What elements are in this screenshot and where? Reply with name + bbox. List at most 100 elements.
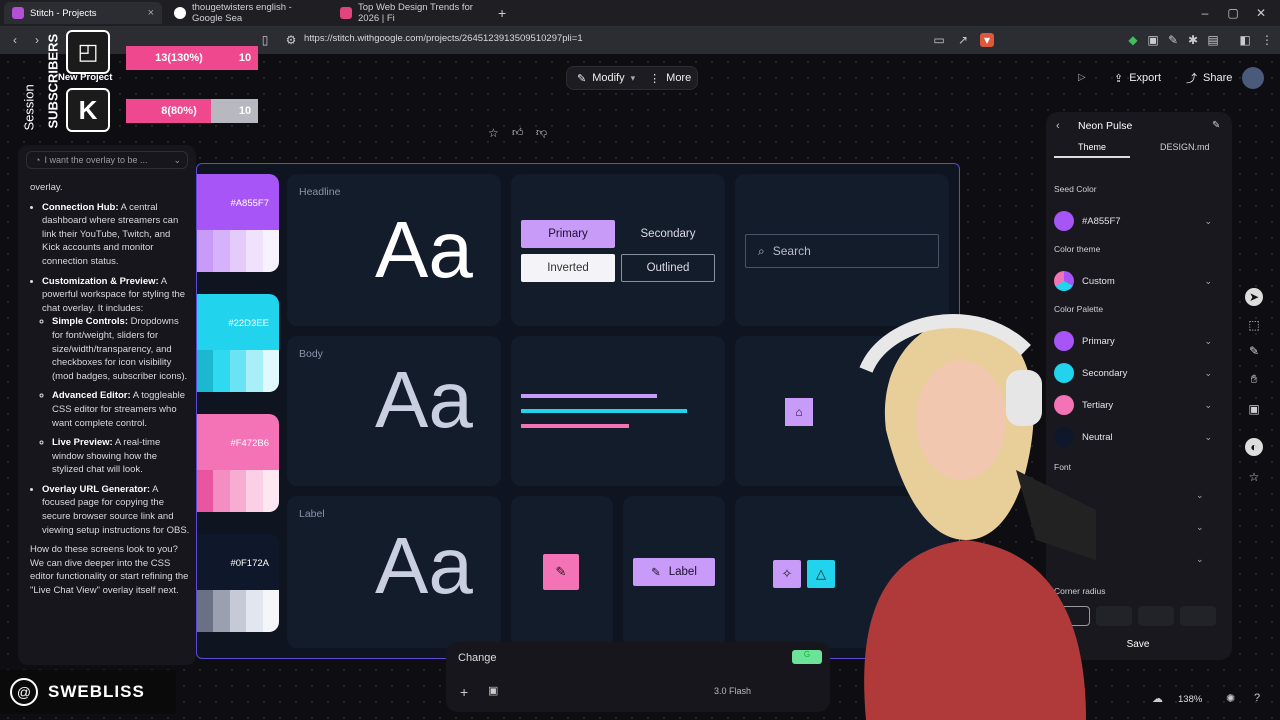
browser-tab-bar: Stitch - Projects × thougetwisters engli… bbox=[0, 0, 1280, 26]
edit-icon[interactable]: ✎ bbox=[543, 554, 579, 590]
swatch-hex: #F472B6 bbox=[230, 438, 269, 449]
search-input[interactable]: ⌕ Search bbox=[745, 234, 939, 268]
corner-option-large[interactable] bbox=[1180, 606, 1216, 626]
typography-card-label[interactable]: Label Aa bbox=[287, 496, 501, 648]
chevron-down-icon: ⌄ bbox=[1204, 367, 1212, 378]
downloads-icon[interactable]: ▤ bbox=[1206, 33, 1220, 47]
more-button[interactable]: More bbox=[666, 72, 691, 84]
swatch-hex: #A855F7 bbox=[230, 198, 269, 209]
export-button[interactable]: ⇪ Export bbox=[1104, 66, 1168, 90]
user-icon: ◔ bbox=[35, 155, 41, 165]
type-label: Label bbox=[299, 508, 325, 520]
maximize-icon[interactable]: ▢ bbox=[1226, 6, 1240, 20]
chevron-down-icon[interactable]: ⌄ bbox=[1196, 490, 1204, 501]
thumbs-down-icon[interactable]: 👎︎ bbox=[536, 126, 547, 139]
color-theme-select[interactable]: Custom ⌄ bbox=[1054, 270, 1212, 292]
kick-logo-icon: K bbox=[66, 88, 110, 132]
close-tab-icon[interactable]: × bbox=[148, 7, 154, 19]
outlined-button[interactable]: Outlined bbox=[621, 254, 715, 282]
back-arrow-icon[interactable]: ‹ bbox=[1056, 120, 1060, 132]
home-icon[interactable]: ⌂ bbox=[785, 398, 813, 426]
tab-theme[interactable]: Theme bbox=[1078, 142, 1106, 152]
star-icon[interactable]: ☆ bbox=[1245, 468, 1263, 486]
composer: Change + ▣ 3.0 Flash G bbox=[446, 642, 830, 712]
image-tool-icon[interactable]: ▣ bbox=[1245, 400, 1263, 418]
inverted-button[interactable]: Inverted bbox=[521, 254, 615, 282]
play-preview-icon[interactable]: ▷ bbox=[1078, 72, 1086, 83]
typography-card-headline[interactable]: Headline Aa bbox=[287, 174, 501, 326]
frame-select-icon[interactable]: ⬚ bbox=[1245, 316, 1263, 334]
extension-icon[interactable]: ▣ bbox=[1146, 33, 1160, 47]
tab-stitch[interactable]: Stitch - Projects × bbox=[4, 2, 162, 24]
primary-button[interactable]: Primary bbox=[521, 220, 615, 248]
hand-tool-icon[interactable]: ✋︎ bbox=[1245, 370, 1263, 388]
corner-option-medium[interactable] bbox=[1138, 606, 1174, 626]
goal-progress-text: 13(130%) bbox=[155, 52, 203, 64]
add-icon[interactable]: + bbox=[460, 684, 468, 700]
chevron-down-icon[interactable]: ⌄ bbox=[1196, 522, 1204, 533]
chat-message: overlay. Connection Hub: A central dashb… bbox=[30, 181, 190, 598]
model-selector[interactable]: 3.0 Flash bbox=[714, 686, 751, 696]
back-icon[interactable]: ‹ bbox=[8, 33, 22, 47]
help-icon[interactable]: ? bbox=[1254, 692, 1260, 704]
palette-icon[interactable]: ◐ bbox=[1245, 438, 1263, 456]
star-icon[interactable]: ☆ bbox=[488, 126, 499, 140]
typography-card-body[interactable]: Body Aa bbox=[287, 336, 501, 486]
new-tab-button[interactable]: + bbox=[498, 2, 514, 24]
share-page-icon[interactable]: ↗ bbox=[956, 33, 970, 47]
progress-bar-primary bbox=[521, 394, 657, 398]
chevron-down-icon: ⌄ bbox=[173, 154, 181, 165]
threads-logo-icon: @ bbox=[10, 678, 38, 706]
bookmark-icon[interactable]: ▯ bbox=[258, 33, 272, 47]
color-swatch-tertiary[interactable]: #F472B6 bbox=[197, 414, 279, 512]
magic-wand-icon[interactable]: ✧ bbox=[773, 560, 801, 588]
share-button[interactable]: ⤴ Share bbox=[1176, 66, 1232, 90]
url-field[interactable]: https://stitch.withgoogle.com/projects/2… bbox=[304, 33, 583, 44]
seed-color-select[interactable]: #A855F7 ⌄ bbox=[1054, 210, 1212, 232]
avatar[interactable] bbox=[1242, 67, 1264, 89]
tab-web-design-trends[interactable]: Top Web Design Trends for 2026 | Fi bbox=[332, 2, 496, 24]
secondary-button[interactable]: Secondary bbox=[621, 220, 715, 248]
edit-theme-icon[interactable]: ✎ bbox=[1212, 120, 1220, 131]
tab-design-md[interactable]: DESIGN.md bbox=[1160, 142, 1210, 152]
pen-tool-icon[interactable]: ✎ bbox=[1245, 342, 1263, 360]
color-swatch-primary[interactable]: #A855F7 bbox=[197, 174, 279, 272]
list-item: Advanced Editor: A toggleable CSS editor… bbox=[52, 389, 190, 430]
minimize-icon[interactable]: – bbox=[1198, 6, 1212, 20]
twitch-logo-icon: ◰ bbox=[66, 30, 110, 74]
pencil-icon: ✎ bbox=[577, 72, 587, 85]
zoom-level[interactable]: 138% bbox=[1178, 694, 1202, 705]
color-dot bbox=[1054, 211, 1074, 231]
close-window-icon[interactable]: ✕ bbox=[1254, 6, 1268, 20]
forward-icon[interactable]: › bbox=[30, 33, 44, 47]
brave-shield-icon[interactable]: ▾ bbox=[980, 33, 994, 47]
select-cursor-icon[interactable]: ➤ bbox=[1245, 288, 1263, 306]
extensions-puzzle-icon[interactable]: ✱ bbox=[1186, 33, 1200, 47]
cast-icon[interactable]: ▭ bbox=[932, 33, 946, 47]
goal-progress-text: 8(80%) bbox=[161, 105, 197, 117]
composer-input[interactable]: Change bbox=[458, 652, 497, 664]
tab-google-search[interactable]: thougetwisters english - Google Sea bbox=[166, 2, 328, 24]
attach-image-icon[interactable]: ▣ bbox=[488, 684, 498, 697]
site-settings-icon[interactable]: ⚙ bbox=[284, 33, 298, 47]
color-swatch-secondary[interactable]: #22D3EE bbox=[197, 294, 279, 392]
grammarly-icon[interactable]: G bbox=[792, 650, 822, 664]
thumbs-up-icon[interactable]: 👍︎ bbox=[512, 126, 524, 139]
sidebar-icon[interactable]: ◧ bbox=[1238, 33, 1252, 47]
swatch-hex: #0F172A bbox=[230, 558, 269, 569]
chevron-down-icon[interactable]: ⌄ bbox=[1196, 554, 1204, 565]
color-swatch-neutral[interactable]: #0F172A bbox=[197, 534, 279, 632]
new-project-button[interactable]: New Project bbox=[58, 72, 112, 83]
goal-target: 10 bbox=[238, 52, 252, 64]
chevron-down-icon: ▾ bbox=[630, 72, 636, 83]
section-heading: Color theme bbox=[1054, 244, 1101, 254]
extension-icon[interactable]: ✎ bbox=[1166, 33, 1180, 47]
extension-icon[interactable]: ◆ bbox=[1126, 33, 1140, 47]
label-button[interactable]: ✎ Label bbox=[633, 558, 715, 586]
menu-icon[interactable]: ⋮ bbox=[1260, 33, 1274, 47]
share-icon: ⤴ bbox=[1186, 73, 1197, 85]
modify-button[interactable]: Modify bbox=[592, 72, 624, 84]
export-label: Export bbox=[1129, 72, 1162, 84]
settings-icon[interactable]: ✺ bbox=[1226, 692, 1235, 705]
prompt-history-field[interactable]: ◔ I want the overlay to be ... ⌄ bbox=[26, 151, 188, 169]
